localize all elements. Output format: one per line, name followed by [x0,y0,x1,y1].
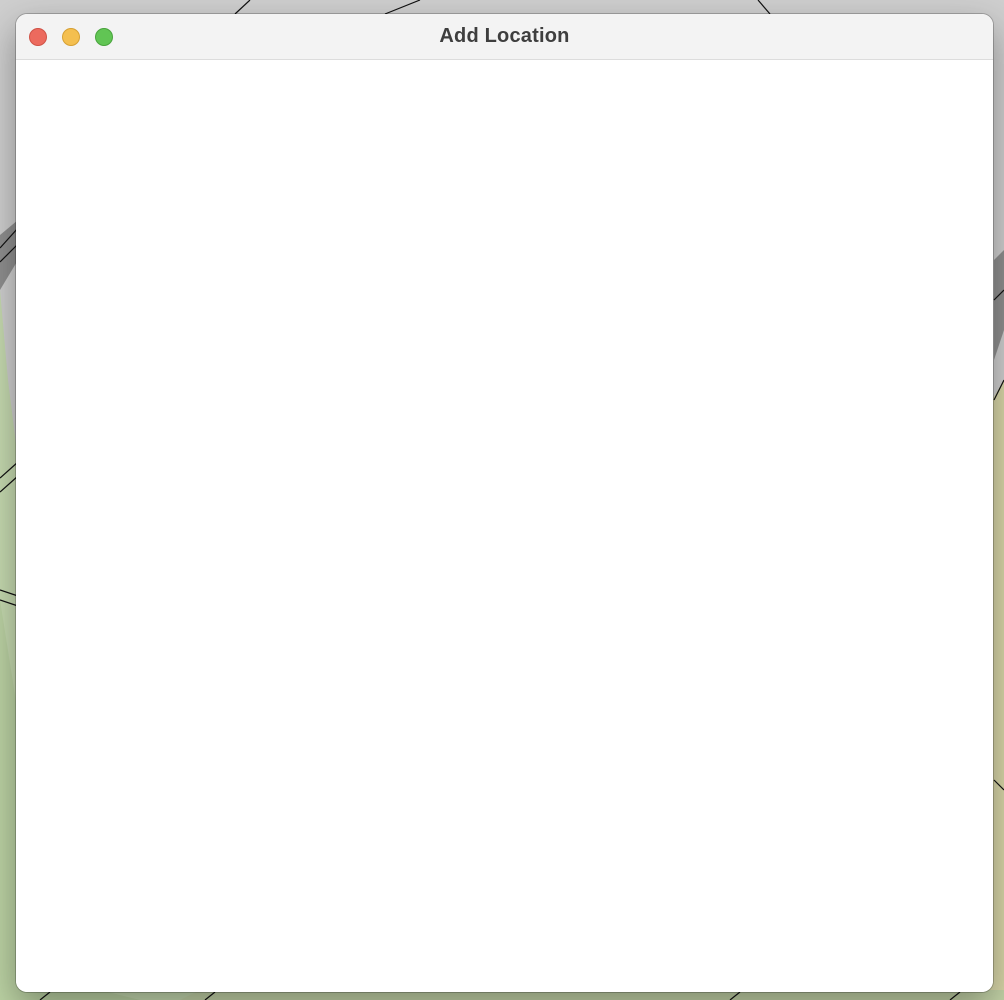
window-titlebar[interactable]: Add Location [16,14,993,60]
window-content-area [16,60,993,992]
add-location-window: Add Location [16,14,993,992]
window-title: Add Location [439,25,570,47]
